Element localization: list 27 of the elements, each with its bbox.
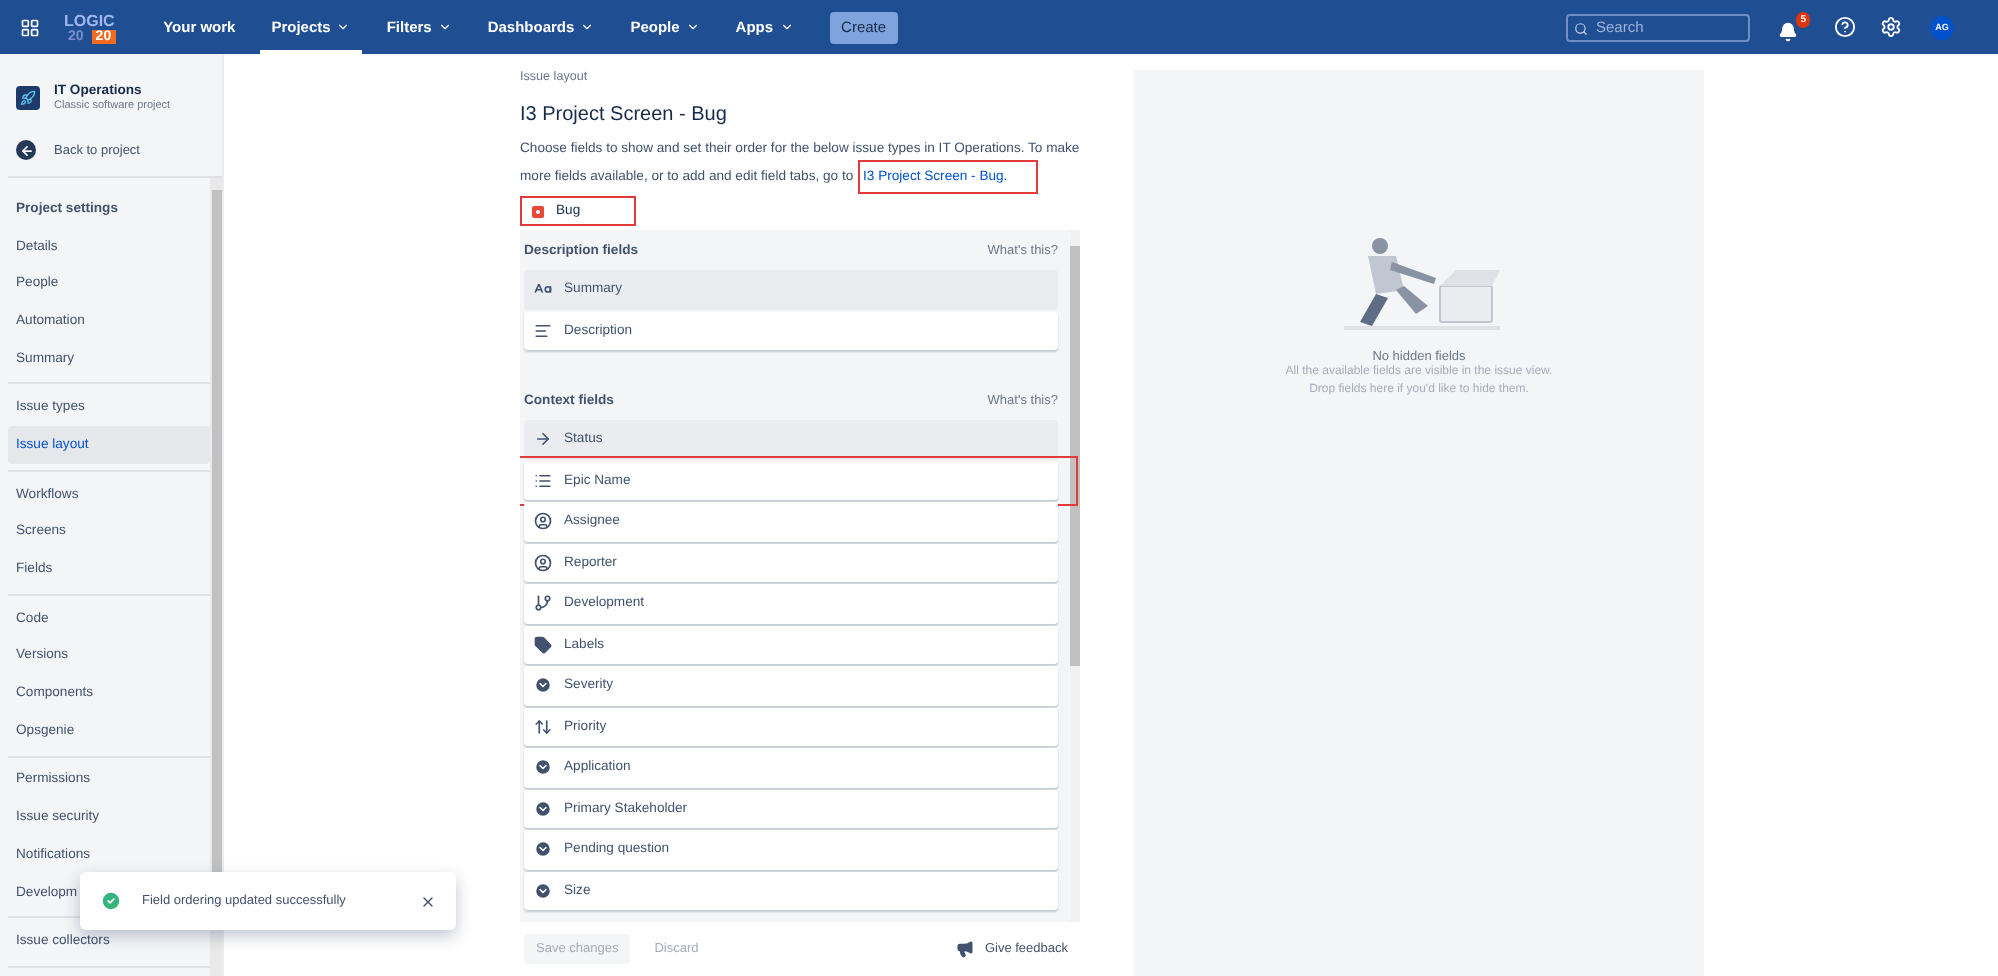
- user-icon: [534, 553, 552, 572]
- dropdown-icon: [534, 799, 552, 818]
- megaphone-icon: [956, 940, 975, 958]
- user-icon: [534, 512, 552, 531]
- settings-button[interactable]: [1880, 16, 1902, 38]
- paragraph-icon: [534, 321, 552, 340]
- dropdown-icon: [534, 676, 552, 695]
- search-icon: [1574, 21, 1588, 35]
- back-icon: [16, 140, 36, 160]
- dropdown-icon: [534, 840, 552, 859]
- list-icon: [534, 471, 552, 490]
- rocket-icon: [16, 86, 40, 110]
- help-button[interactable]: [1834, 16, 1856, 38]
- arrow-icon: [534, 430, 552, 449]
- close-button[interactable]: [420, 893, 436, 909]
- bug-icon: [532, 205, 544, 217]
- bell-icon: [1778, 22, 1798, 42]
- dropdown-icon: [534, 881, 552, 900]
- scrollbar[interactable]: [1070, 230, 1080, 922]
- tag-icon: [534, 635, 552, 654]
- page-title: I3 Project Screen - Bug: [520, 104, 729, 126]
- sort-arrows-icon: [534, 717, 552, 736]
- text-case-icon: [534, 280, 552, 299]
- dropdown-icon: [534, 758, 552, 777]
- branch-icon: [534, 594, 552, 613]
- success-icon: [100, 890, 122, 912]
- app-switcher-icon[interactable]: [20, 17, 40, 37]
